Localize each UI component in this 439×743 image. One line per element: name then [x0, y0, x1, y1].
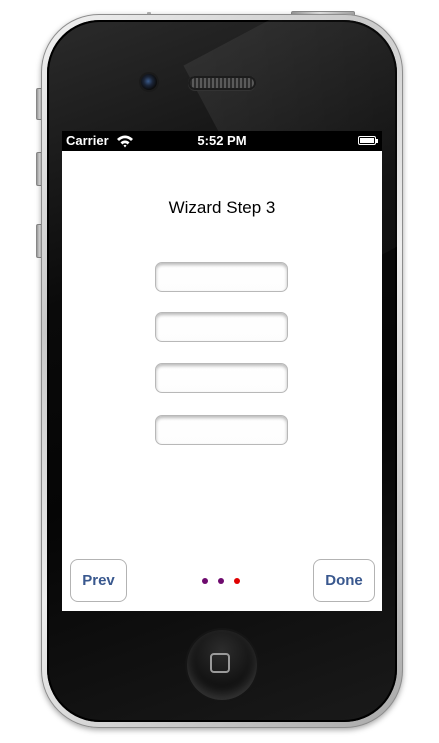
page-dot-2[interactable] [218, 578, 224, 584]
simulator-window: Carrier 5:52 PM Wizard Step 3 Prev Done [0, 0, 439, 743]
home-button[interactable] [187, 630, 257, 700]
text-field-1[interactable] [155, 262, 288, 292]
status-time: 5:52 PM [197, 133, 247, 148]
text-field-4[interactable] [155, 415, 288, 445]
battery-tip [376, 139, 378, 143]
status-bar: Carrier 5:52 PM [62, 131, 382, 151]
prev-button[interactable]: Prev [70, 559, 127, 602]
device-screen: Carrier 5:52 PM Wizard Step 3 Prev Done [62, 131, 382, 611]
page-dot-1[interactable] [202, 578, 208, 584]
text-field-2[interactable] [155, 312, 288, 342]
earpiece-speaker [188, 76, 256, 90]
text-field-3[interactable] [155, 363, 288, 393]
front-camera-icon [141, 74, 157, 90]
wizard-step-title: Wizard Step 3 [168, 198, 276, 217]
page-dot-3[interactable] [234, 578, 240, 584]
battery-level [360, 138, 374, 143]
done-button[interactable]: Done [313, 559, 375, 602]
home-square-icon [210, 653, 230, 673]
page-indicator[interactable] [202, 578, 242, 584]
battery-icon [358, 136, 376, 145]
